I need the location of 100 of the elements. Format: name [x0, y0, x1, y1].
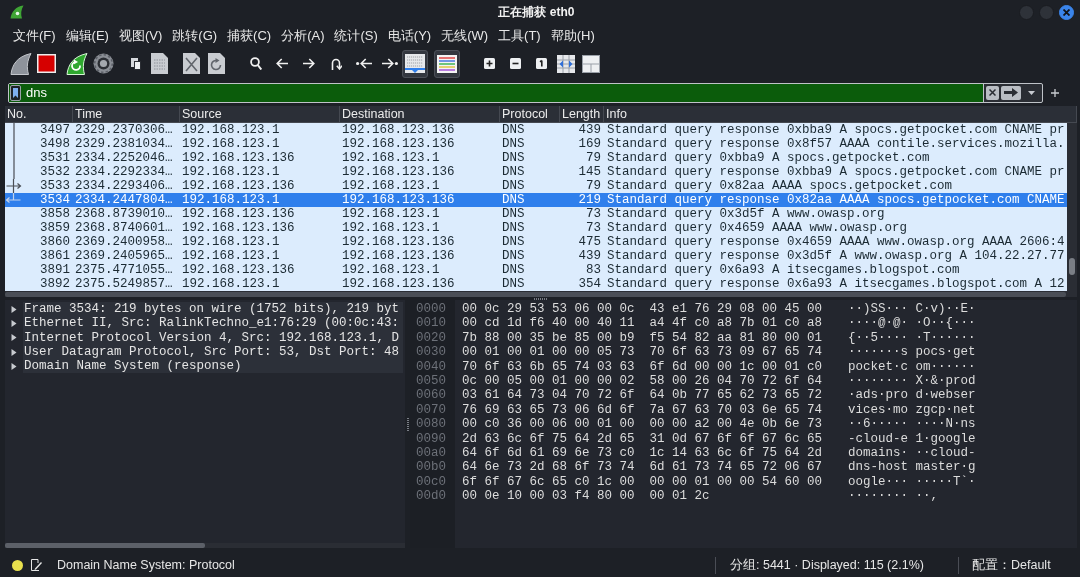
expand-arrow-icon[interactable]	[11, 362, 17, 370]
ascii-text: vices·mo zgcp·net	[848, 402, 977, 418]
scrollbar-thumb[interactable]	[1069, 258, 1075, 275]
curved-arrow-icon	[330, 57, 342, 70]
packet-row[interactable]: 3497 2329.2370306… 192.168.123.1 192.168.123.136 DNS 439 Standard query response 0xbba9 A spocs.getpocket.com CNAME pr	[5, 123, 1067, 137]
packet-row[interactable]: 3861 2369.2405965… 192.168.123.1 192.168.123.136 DNS 439 Standard query response 0x3d5f A www.owasp.org A 104.22.27.77	[5, 249, 1067, 263]
source-cell-text: 192.168.123.1	[181, 249, 281, 263]
menu-item[interactable]: 统计(S)	[329, 26, 383, 45]
packet-row[interactable]: 3532 2334.2292334… 192.168.123.1 192.168.123.136 DNS 145 Standard query response 0xbba9 A spocs.getpocket.com CNAME pr	[5, 165, 1067, 179]
packet-row[interactable]: 3859 2368.8740601… 192.168.123.136 192.168.123.1 DNS 73 Standard query 0x4659 AAAA www.owasp.org	[5, 221, 1067, 235]
packet-row[interactable]: 3860 2369.2400958… 192.168.123.1 192.168.123.136 DNS 475 Standard query response 0x4659 AAAA www.owasp.org AAAA 2606:4	[5, 235, 1067, 249]
time-cell-text: 2368.8740601…	[74, 221, 174, 235]
expand-arrow-icon[interactable]	[11, 348, 17, 356]
byte-offset: 00c0	[416, 474, 447, 490]
byte-offset: 0070	[416, 402, 447, 418]
packet-row[interactable]: 3534 2334.2447804… 192.168.123.1 192.168.123.136 DNS 219 Standard query response 0x82aa AAAA spocs.getpocket.com CNAME	[5, 193, 1067, 207]
packet-row[interactable]: 3533 2334.2293406… 192.168.123.136 192.168.123.1 DNS 79 Standard query 0x82aa AAAA spocs.getpocket.com	[5, 179, 1067, 193]
packet-row[interactable]: 3531 2334.2252046… 192.168.123.136 192.168.123.1 DNS 79 Standard query 0xbba9 A spocs.getpocket.com	[5, 151, 1067, 165]
column-header[interactable]: No.	[5, 106, 73, 123]
column-resize-icon	[557, 54, 575, 73]
pane-layout-icon	[582, 54, 600, 73]
drag-handle-icon[interactable]	[533, 297, 547, 300]
info-cell-text: Standard query 0x82aa AAAA spocs.getpocket.com	[606, 179, 954, 193]
ascii-text: ········ ··,	[848, 489, 939, 504]
hex-bytes: 70 6f 63 6b 65 74 03 63 6f 6d 00 00 1c 00 01 c0	[462, 359, 824, 374]
display-filter-field[interactable]: dns	[9, 83, 984, 102]
auto-scroll-button[interactable]	[402, 49, 428, 78]
length-cell-text: 439	[577, 249, 602, 263]
bookmark-icon[interactable]	[10, 84, 21, 101]
apply-filter-button[interactable]	[1001, 85, 1021, 100]
menu-item[interactable]: 电话(Y)	[382, 26, 437, 45]
menu-item[interactable]: 编辑(E)	[60, 26, 114, 45]
stacked-pages-icon	[131, 57, 141, 70]
horizontal-scrollbar[interactable]	[5, 543, 405, 548]
destination-cell-text: 192.168.123.1	[341, 151, 441, 165]
ascii-text: ·ads·pro d·webser	[848, 388, 977, 403]
clear-filter-button[interactable]	[986, 85, 999, 100]
length-cell-text: 83	[585, 263, 602, 277]
menu-item[interactable]: 分析(A)	[276, 26, 330, 45]
packet-number-cell-text: 3891	[39, 263, 71, 277]
packet-number-cell-text: 3859	[39, 221, 71, 235]
column-header[interactable]: Protocol	[500, 106, 560, 123]
packet-count: 分组: 5441 · Displayed: 115 (2.1%)	[715, 556, 958, 574]
column-header[interactable]: Length	[560, 106, 604, 123]
close-button[interactable]	[1059, 4, 1074, 20]
protocol-cell-text: DNS	[501, 193, 526, 207]
byte-offset: 0080	[416, 417, 447, 432]
destination-cell-text: 192.168.123.136	[341, 249, 456, 263]
byte-offset: 0040	[416, 359, 447, 374]
length-cell-text: 219	[577, 193, 602, 207]
tree-item[interactable]: Frame 3534: 219 bytes on wire (1752 bits), 219 byt	[23, 302, 403, 317]
profile-label[interactable]: 配置：Default	[958, 556, 1080, 574]
menu-item[interactable]: 视图(V)	[113, 26, 168, 45]
column-header[interactable]: Source	[180, 106, 340, 123]
fin-refresh-icon	[66, 52, 88, 75]
packet-row[interactable]: 3891 2375.4771055… 192.168.123.136 192.168.123.1 DNS 83 Standard query 0x6a93 A itsecgames.blogspot.com	[5, 263, 1067, 277]
packet-number-cell-text: 3861	[39, 249, 71, 263]
scrollbar-thumb[interactable]	[5, 543, 205, 548]
right-arrow-icon	[303, 58, 315, 69]
byte-offset: 0060	[416, 388, 447, 403]
menu-item[interactable]: 无线(W)	[436, 26, 494, 45]
colorize-button[interactable]	[434, 49, 460, 78]
right-arrow-dot-icon	[382, 58, 398, 69]
menu-item[interactable]: 工具(T)	[493, 26, 546, 45]
tree-item[interactable]: Ethernet II, Src: RalinkTechno_e1:76:29 (00:0c:43:	[23, 316, 403, 331]
caret-icon	[1027, 90, 1035, 95]
vertical-scrollbar[interactable]	[1067, 123, 1077, 291]
expand-arrow-icon[interactable]	[11, 319, 17, 327]
info-cell-text: Standard query response 0xbba9 A spocs.getpocket.com CNAME pr	[606, 165, 1066, 179]
menu-item[interactable]: 文件(F)	[8, 26, 61, 45]
edit-icon[interactable]	[31, 559, 42, 571]
status-message: Domain Name System: Protocol	[57, 558, 235, 572]
status-dot-icon[interactable]	[12, 559, 23, 571]
drag-handle-icon[interactable]	[406, 417, 409, 431]
column-header[interactable]: Destination	[340, 106, 500, 123]
column-header[interactable]: Time	[73, 106, 180, 123]
column-header[interactable]: Info	[604, 106, 1077, 123]
destination-cell-text: 192.168.123.136	[341, 277, 456, 291]
source-cell-text: 192.168.123.136	[181, 179, 296, 193]
packet-number-cell-text: 3892	[39, 277, 71, 291]
menu-item[interactable]: 帮助(H)	[545, 26, 600, 45]
time-cell-text: 2369.2400958…	[74, 235, 174, 249]
menu-item[interactable]: 跳转(G)	[167, 26, 223, 45]
source-cell-text: 192.168.123.1	[181, 165, 281, 179]
time-cell-text: 2375.4771055…	[74, 263, 174, 277]
length-cell-text: 439	[577, 123, 602, 137]
menu-item[interactable]: 捕获(C)	[222, 26, 277, 45]
protocol-cell-text: DNS	[501, 207, 526, 221]
info-cell-text: Standard query 0xbba9 A spocs.getpocket.com	[606, 151, 931, 165]
tree-item[interactable]: Domain Name System (response)	[23, 359, 403, 374]
hex-bytes: 7b 88 00 35 be 85 00 b9 f5 54 82 aa 81 80 00 01	[462, 330, 824, 346]
packet-row[interactable]: 3498 2329.2381034… 192.168.123.1 192.168.123.136 DNS 169 Standard query response 0x8f57 AAAA contile.services.mozilla.	[5, 137, 1067, 151]
hex-bytes: 00 cd 1d f6 40 00 40 11 a4 4f c0 a8 7b 01 c0 a8	[462, 316, 824, 331]
hex-bytes: 2d 63 6c 6f 75 64 2d 65 31 0d 67 6f 6f 67 6c 65	[462, 431, 824, 446]
byte-offset: 00a0	[416, 445, 447, 461]
expand-arrow-icon[interactable]	[11, 305, 17, 313]
packet-row[interactable]: 3892 2375.5249857… 192.168.123.1 192.168.123.136 DNS 354 Standard query response 0x6a93 A itsecgames.blogspot.com A 12	[5, 277, 1067, 291]
expand-arrow-icon[interactable]	[11, 334, 17, 342]
packet-row[interactable]: 3858 2368.8739010… 192.168.123.136 192.168.123.1 DNS 73 Standard query 0x3d5f A www.owasp.org	[5, 207, 1067, 221]
packet-number-cell-text: 3860	[39, 235, 71, 249]
